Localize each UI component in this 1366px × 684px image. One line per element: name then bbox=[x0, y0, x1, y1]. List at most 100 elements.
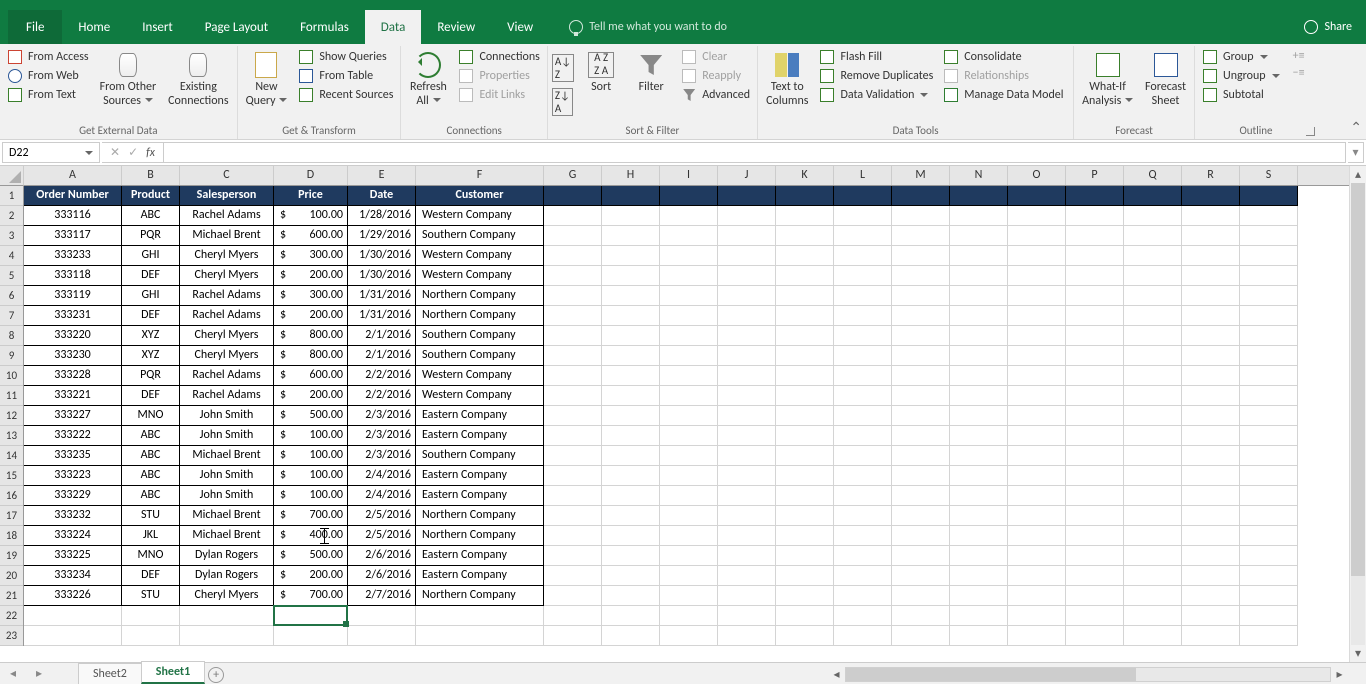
cell[interactable] bbox=[602, 486, 660, 506]
cell[interactable] bbox=[1124, 486, 1182, 506]
reapply-button[interactable]: Reapply bbox=[678, 67, 753, 85]
cell[interactable] bbox=[602, 246, 660, 266]
cell[interactable] bbox=[892, 606, 950, 626]
column-header-B[interactable]: B bbox=[122, 166, 180, 185]
tab-review[interactable]: Review bbox=[421, 10, 491, 44]
cell[interactable] bbox=[1124, 466, 1182, 486]
cell[interactable] bbox=[1066, 566, 1124, 586]
cell[interactable]: PQR bbox=[122, 226, 180, 246]
show-detail-button[interactable]: +≡ bbox=[1291, 48, 1307, 64]
cell[interactable] bbox=[776, 366, 834, 386]
cell[interactable]: GHI bbox=[122, 246, 180, 266]
cell[interactable] bbox=[1240, 286, 1298, 306]
cell[interactable] bbox=[1066, 486, 1124, 506]
cell[interactable] bbox=[1124, 366, 1182, 386]
cell[interactable]: 2/1/2016 bbox=[348, 326, 416, 346]
cell[interactable] bbox=[1066, 586, 1124, 606]
cell[interactable]: $500.00 bbox=[274, 546, 348, 566]
cell[interactable]: Rachel Adams bbox=[180, 366, 274, 386]
cell[interactable] bbox=[834, 546, 892, 566]
cell[interactable] bbox=[718, 566, 776, 586]
what-if-button[interactable]: What-If Analysis bbox=[1078, 48, 1137, 111]
horizontal-scrollbar[interactable]: ◂ ▸ bbox=[828, 666, 1348, 683]
row-header-17[interactable]: 17 bbox=[0, 506, 23, 526]
cell[interactable] bbox=[718, 466, 776, 486]
cell[interactable] bbox=[1240, 466, 1298, 486]
cell[interactable] bbox=[660, 326, 718, 346]
column-header-G[interactable]: G bbox=[544, 166, 602, 185]
cell[interactable]: 333116 bbox=[24, 206, 122, 226]
cell[interactable] bbox=[544, 226, 602, 246]
cell[interactable] bbox=[776, 546, 834, 566]
row-header-20[interactable]: 20 bbox=[0, 566, 23, 586]
cell[interactable]: Rachel Adams bbox=[180, 386, 274, 406]
cell[interactable]: 2/6/2016 bbox=[348, 546, 416, 566]
cell[interactable]: 1/29/2016 bbox=[348, 226, 416, 246]
cell[interactable] bbox=[1124, 506, 1182, 526]
cell[interactable] bbox=[602, 626, 660, 646]
cell[interactable] bbox=[892, 626, 950, 646]
cell[interactable]: $800.00 bbox=[274, 326, 348, 346]
cell[interactable] bbox=[834, 466, 892, 486]
cell[interactable]: Cheryl Myers bbox=[180, 246, 274, 266]
cell[interactable]: John Smith bbox=[180, 466, 274, 486]
manage-data-model-button[interactable]: Manage Data Model bbox=[940, 86, 1066, 104]
cell[interactable] bbox=[544, 446, 602, 466]
cell[interactable]: STU bbox=[122, 586, 180, 606]
cell[interactable] bbox=[1066, 186, 1124, 206]
cell[interactable] bbox=[1008, 306, 1066, 326]
cell[interactable] bbox=[776, 246, 834, 266]
cell[interactable]: 333226 bbox=[24, 586, 122, 606]
cell[interactable] bbox=[1066, 426, 1124, 446]
subtotal-button[interactable]: Subtotal bbox=[1199, 86, 1283, 104]
cell[interactable] bbox=[416, 626, 544, 646]
cell[interactable] bbox=[834, 446, 892, 466]
cell[interactable] bbox=[718, 526, 776, 546]
cell[interactable] bbox=[718, 546, 776, 566]
cell[interactable] bbox=[950, 626, 1008, 646]
row-header-9[interactable]: 9 bbox=[0, 346, 23, 366]
new-query-button[interactable]: New Query bbox=[242, 48, 292, 111]
cell[interactable] bbox=[24, 626, 122, 646]
cell[interactable] bbox=[718, 386, 776, 406]
connections-button[interactable]: Connections bbox=[455, 48, 542, 66]
cell[interactable] bbox=[1008, 546, 1066, 566]
cell[interactable]: Eastern Company bbox=[416, 466, 544, 486]
scroll-thumb[interactable] bbox=[1351, 183, 1365, 576]
cell[interactable] bbox=[602, 346, 660, 366]
cell[interactable] bbox=[718, 306, 776, 326]
cell[interactable] bbox=[950, 306, 1008, 326]
cell[interactable]: Rachel Adams bbox=[180, 286, 274, 306]
cell[interactable] bbox=[950, 366, 1008, 386]
expand-formula-bar-icon[interactable]: ▾ bbox=[1348, 142, 1364, 163]
cell[interactable]: Order Number bbox=[24, 186, 122, 206]
cell[interactable]: Western Company bbox=[416, 266, 544, 286]
cell[interactable] bbox=[1240, 306, 1298, 326]
cell[interactable] bbox=[602, 306, 660, 326]
cell[interactable] bbox=[718, 506, 776, 526]
cell[interactable] bbox=[718, 586, 776, 606]
cell[interactable]: 2/5/2016 bbox=[348, 526, 416, 546]
from-access-button[interactable]: From Access bbox=[4, 48, 92, 66]
cell[interactable] bbox=[834, 526, 892, 546]
select-all-corner[interactable] bbox=[0, 166, 24, 186]
cell[interactable] bbox=[892, 406, 950, 426]
cell[interactable] bbox=[892, 526, 950, 546]
cell[interactable]: John Smith bbox=[180, 406, 274, 426]
cell[interactable] bbox=[776, 206, 834, 226]
cell[interactable] bbox=[1240, 486, 1298, 506]
cell[interactable]: Northern Company bbox=[416, 526, 544, 546]
cell[interactable] bbox=[544, 366, 602, 386]
cell[interactable] bbox=[602, 286, 660, 306]
cell[interactable] bbox=[660, 586, 718, 606]
cell[interactable] bbox=[1124, 586, 1182, 606]
cell[interactable] bbox=[950, 566, 1008, 586]
cell[interactable] bbox=[602, 586, 660, 606]
cell[interactable] bbox=[1182, 346, 1240, 366]
cell[interactable] bbox=[1124, 566, 1182, 586]
scroll-thumb[interactable] bbox=[846, 668, 1136, 681]
cell[interactable]: $300.00 bbox=[274, 286, 348, 306]
cell[interactable] bbox=[718, 206, 776, 226]
cell[interactable]: Cheryl Myers bbox=[180, 346, 274, 366]
cell[interactable]: DEF bbox=[122, 566, 180, 586]
